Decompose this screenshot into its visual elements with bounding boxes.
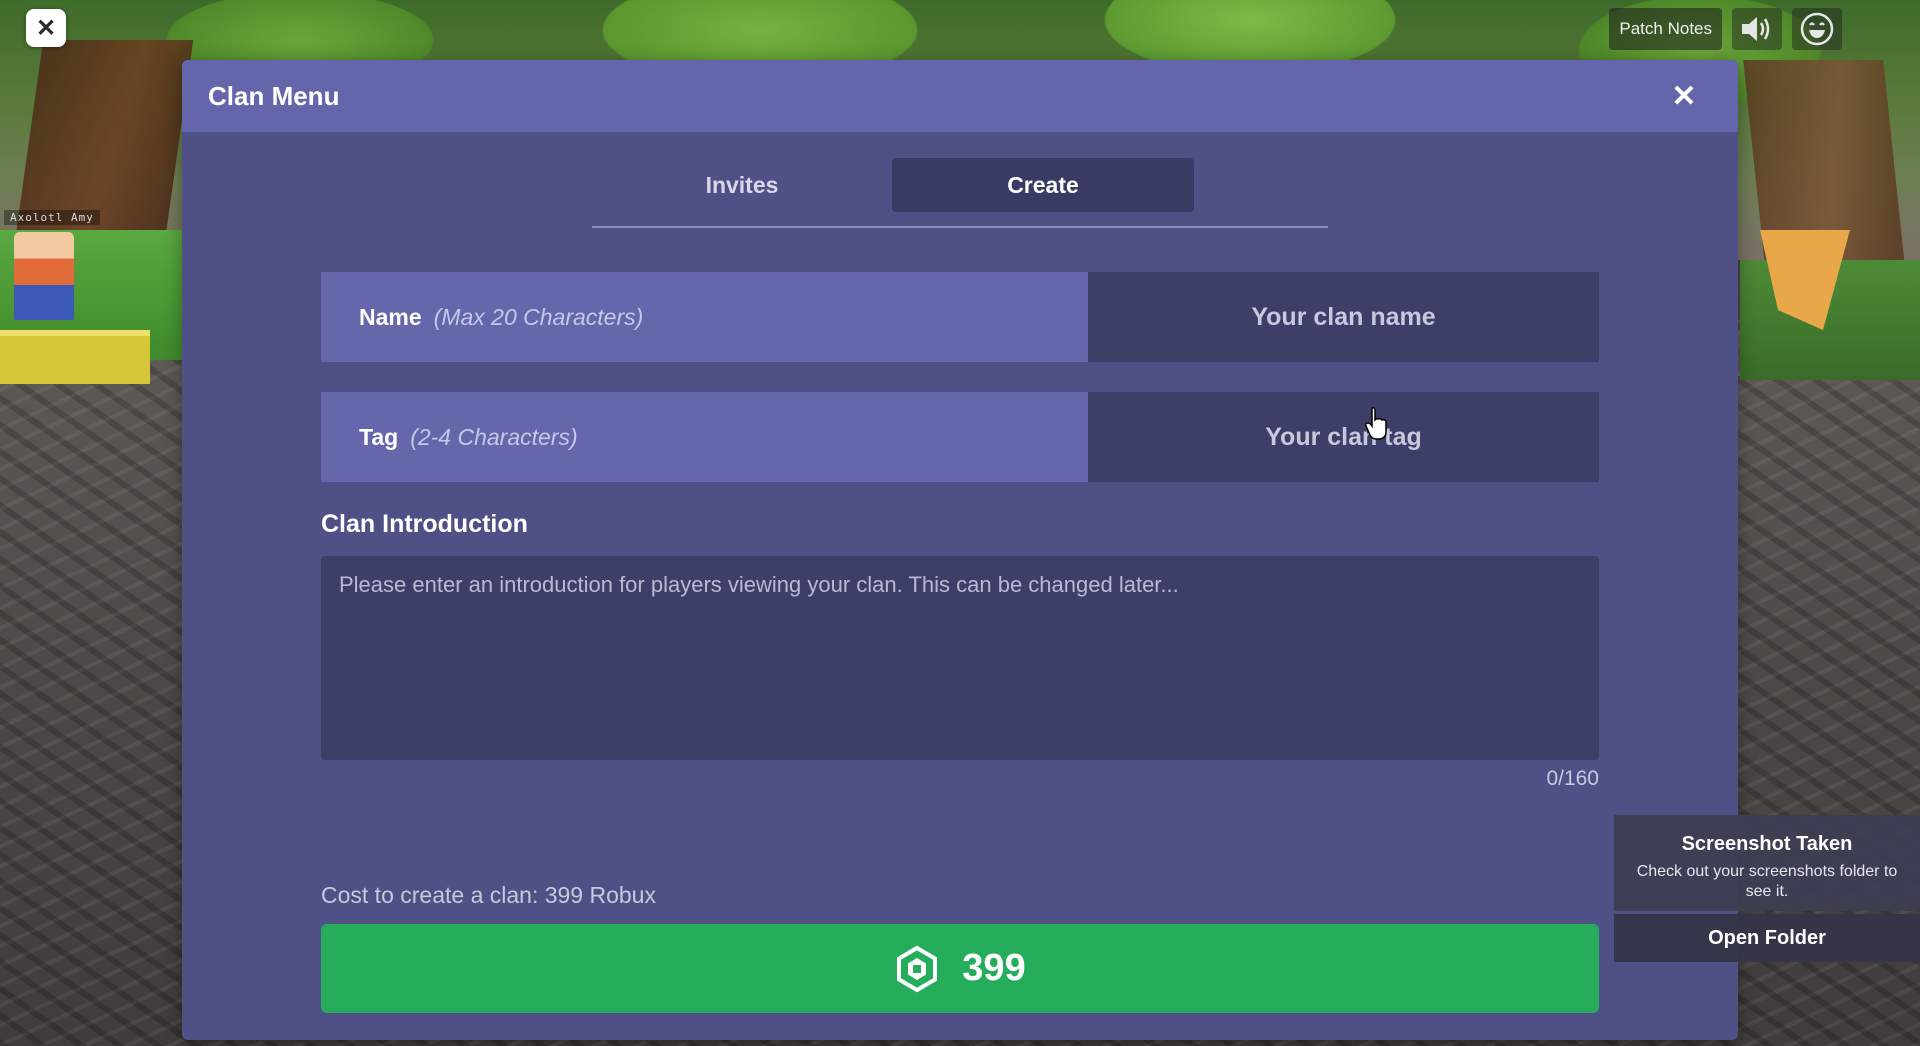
yellow-block (0, 330, 150, 384)
tab-divider (592, 226, 1328, 228)
toast-title: Screenshot Taken (1681, 833, 1853, 855)
mouse-cursor-icon (1365, 407, 1387, 440)
tab-invites[interactable]: Invites (592, 158, 892, 212)
tag-label-text: Tag (359, 423, 399, 450)
intro-title: Clan Introduction (321, 510, 528, 538)
price-label: 399 (962, 947, 1026, 989)
tag-label: Tag (2-4 Characters) (321, 392, 1088, 482)
char-counter: 0/160 (1546, 767, 1599, 790)
open-folder-button[interactable]: Open Folder (1614, 914, 1920, 962)
cost-text: Cost to create a clan: 399 Robux (321, 882, 656, 908)
robux-icon (897, 945, 938, 992)
tab-bar: Invites Create (592, 158, 1328, 228)
player-avatar (14, 232, 74, 320)
top-bar: Patch Notes (1609, 8, 1842, 50)
tab-create[interactable]: Create (892, 158, 1194, 212)
name-hint: (Max 20 Characters) (433, 303, 644, 330)
avatar-nametag: Axolotl Amy (4, 210, 100, 225)
screenshot-toast: Screenshot Taken Check out your screensh… (1614, 815, 1920, 911)
name-field-row: Name (Max 20 Characters) Your clan name (321, 272, 1599, 362)
clan-menu-dialog: Clan Menu ✕ Invites Create Name (Max 20 … (182, 60, 1738, 1040)
tag-field-row: Tag (2-4 Characters) Your clan tag (321, 392, 1599, 482)
name-label: Name (Max 20 Characters) (321, 272, 1088, 362)
create-clan-button[interactable]: 399 (321, 924, 1599, 1013)
patch-notes-button[interactable]: Patch Notes (1609, 8, 1722, 50)
dialog-title: Clan Menu (208, 80, 340, 111)
name-label-text: Name (359, 303, 422, 330)
close-icon[interactable]: ✕ (1666, 78, 1702, 114)
close-icon[interactable]: ✕ (26, 9, 66, 47)
clan-name-input[interactable]: Your clan name (1088, 272, 1599, 362)
smiley-icon[interactable] (1792, 8, 1842, 50)
intro-textarea[interactable]: Please enter an introduction for players… (321, 556, 1599, 760)
speaker-icon[interactable] (1732, 8, 1782, 50)
dialog-header: Clan Menu ✕ (182, 60, 1738, 132)
clan-tag-input[interactable]: Your clan tag (1088, 392, 1599, 482)
toast-message: Check out your screenshots folder to see… (1636, 863, 1898, 900)
tag-hint: (2-4 Characters) (410, 423, 578, 450)
